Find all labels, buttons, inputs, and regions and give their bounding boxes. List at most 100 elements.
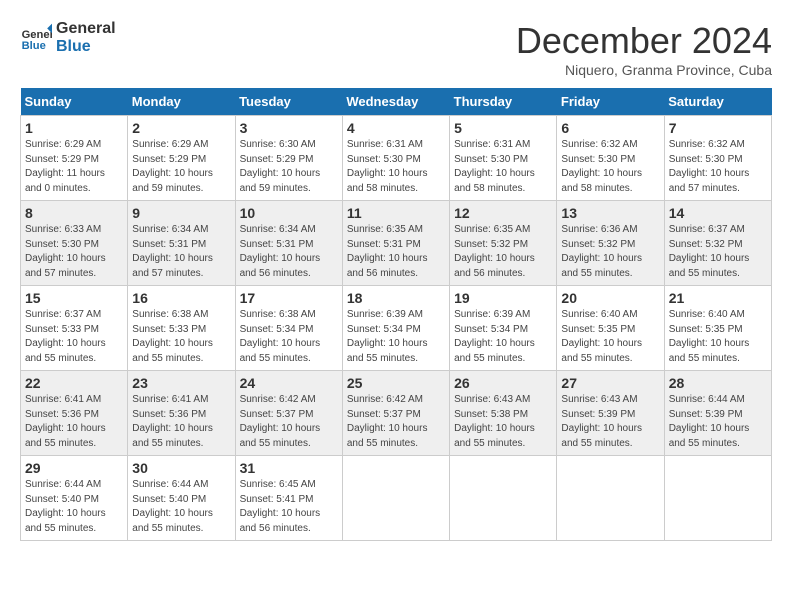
header-friday: Friday	[557, 88, 664, 116]
day-info: Sunrise: 6:44 AM Sunset: 5:40 PM Dayligh…	[25, 478, 123, 536]
calendar-cell-4-5: 26 Sunrise: 6:43 AM Sunset: 5:38 PM Dayli…	[450, 371, 557, 456]
day-number: 2	[132, 120, 230, 136]
day-number: 13	[561, 205, 659, 221]
svg-text:General: General	[22, 29, 52, 41]
calendar-week-5: 29 Sunrise: 6:44 AM Sunset: 5:40 PM Dayli…	[21, 456, 772, 541]
day-number: 26	[454, 375, 552, 391]
calendar-cell-2-4: 11 Sunrise: 6:35 AM Sunset: 5:31 PM Dayli…	[342, 201, 449, 286]
calendar-week-3: 15 Sunrise: 6:37 AM Sunset: 5:33 PM Dayli…	[21, 286, 772, 371]
calendar-cell-3-6: 20 Sunrise: 6:40 AM Sunset: 5:35 PM Dayli…	[557, 286, 664, 371]
day-number: 5	[454, 120, 552, 136]
header-tuesday: Tuesday	[235, 88, 342, 116]
title-section: December 2024 Niquero, Granma Province, …	[516, 20, 772, 78]
header-monday: Monday	[128, 88, 235, 116]
day-number: 21	[669, 290, 767, 306]
day-info: Sunrise: 6:37 AM Sunset: 5:32 PM Dayligh…	[669, 223, 767, 281]
month-title: December 2024	[516, 20, 772, 62]
day-number: 19	[454, 290, 552, 306]
calendar-cell-5-7	[664, 456, 771, 541]
calendar-cell-5-4	[342, 456, 449, 541]
header-saturday: Saturday	[664, 88, 771, 116]
day-info: Sunrise: 6:34 AM Sunset: 5:31 PM Dayligh…	[240, 223, 338, 281]
calendar-cell-5-3: 31Sunrise: 6:45 AM Sunset: 5:41 PM Dayli…	[235, 456, 342, 541]
day-number: 15	[25, 290, 123, 306]
day-info: Sunrise: 6:31 AM Sunset: 5:30 PM Dayligh…	[347, 138, 445, 196]
svg-text:Blue: Blue	[22, 40, 46, 52]
calendar-cell-3-2: 16 Sunrise: 6:38 AM Sunset: 5:33 PM Dayli…	[128, 286, 235, 371]
calendar-cell-2-5: 12 Sunrise: 6:35 AM Sunset: 5:32 PM Dayli…	[450, 201, 557, 286]
day-info: Sunrise: 6:35 AM Sunset: 5:32 PM Dayligh…	[454, 223, 552, 281]
logo: General Blue General Blue	[20, 20, 116, 55]
day-number: 25	[347, 375, 445, 391]
day-number: 9	[132, 205, 230, 221]
calendar-cell-1-1: 1 Sunrise: 6:29 AM Sunset: 5:29 PM Daylig…	[21, 116, 128, 201]
day-info: Sunrise: 6:43 AM Sunset: 5:38 PM Dayligh…	[454, 393, 552, 451]
day-info: Sunrise: 6:40 AM Sunset: 5:35 PM Dayligh…	[561, 308, 659, 366]
day-number: 10	[240, 205, 338, 221]
day-info: Sunrise: 6:42 AM Sunset: 5:37 PM Dayligh…	[347, 393, 445, 451]
day-info: Sunrise: 6:29 AM Sunset: 5:29 PM Dayligh…	[25, 138, 123, 196]
location-subtitle: Niquero, Granma Province, Cuba	[516, 62, 772, 78]
calendar-cell-2-1: 8 Sunrise: 6:33 AM Sunset: 5:30 PM Daylig…	[21, 201, 128, 286]
day-number: 28	[669, 375, 767, 391]
day-number: 23	[132, 375, 230, 391]
day-number: 24	[240, 375, 338, 391]
calendar-cell-2-2: 9 Sunrise: 6:34 AM Sunset: 5:31 PM Daylig…	[128, 201, 235, 286]
day-info: Sunrise: 6:29 AM Sunset: 5:29 PM Dayligh…	[132, 138, 230, 196]
day-info: Sunrise: 6:44 AM Sunset: 5:39 PM Dayligh…	[669, 393, 767, 451]
day-info: Sunrise: 6:35 AM Sunset: 5:31 PM Dayligh…	[347, 223, 445, 281]
calendar-week-4: 22 Sunrise: 6:41 AM Sunset: 5:36 PM Dayli…	[21, 371, 772, 456]
day-info: Sunrise: 6:30 AM Sunset: 5:29 PM Dayligh…	[240, 138, 338, 196]
day-info: Sunrise: 6:44 AM Sunset: 5:40 PM Dayligh…	[132, 478, 230, 536]
day-info: Sunrise: 6:34 AM Sunset: 5:31 PM Dayligh…	[132, 223, 230, 281]
day-number: 7	[669, 120, 767, 136]
day-number: 30	[132, 460, 230, 476]
calendar-cell-4-2: 23 Sunrise: 6:41 AM Sunset: 5:36 PM Dayli…	[128, 371, 235, 456]
day-number: 1	[25, 120, 123, 136]
calendar-cell-4-6: 27 Sunrise: 6:43 AM Sunset: 5:39 PM Dayli…	[557, 371, 664, 456]
day-number: 8	[25, 205, 123, 221]
calendar-cell-1-5: 5 Sunrise: 6:31 AM Sunset: 5:30 PM Daylig…	[450, 116, 557, 201]
day-number: 11	[347, 205, 445, 221]
day-number: 14	[669, 205, 767, 221]
day-info: Sunrise: 6:36 AM Sunset: 5:32 PM Dayligh…	[561, 223, 659, 281]
day-number: 16	[132, 290, 230, 306]
logo-icon: General Blue	[20, 22, 52, 54]
day-number: 17	[240, 290, 338, 306]
day-number: 27	[561, 375, 659, 391]
calendar-cell-3-1: 15 Sunrise: 6:37 AM Sunset: 5:33 PM Dayli…	[21, 286, 128, 371]
day-number: 4	[347, 120, 445, 136]
day-number: 12	[454, 205, 552, 221]
header-thursday: Thursday	[450, 88, 557, 116]
day-number: 3	[240, 120, 338, 136]
day-info: Sunrise: 6:38 AM Sunset: 5:33 PM Dayligh…	[132, 308, 230, 366]
day-number: 29	[25, 460, 123, 476]
day-number: 20	[561, 290, 659, 306]
day-info: Sunrise: 6:40 AM Sunset: 5:35 PM Dayligh…	[669, 308, 767, 366]
calendar-cell-2-3: 10 Sunrise: 6:34 AM Sunset: 5:31 PM Dayli…	[235, 201, 342, 286]
day-number: 22	[25, 375, 123, 391]
header-wednesday: Wednesday	[342, 88, 449, 116]
day-info: Sunrise: 6:37 AM Sunset: 5:33 PM Dayligh…	[25, 308, 123, 366]
day-info: Sunrise: 6:32 AM Sunset: 5:30 PM Dayligh…	[561, 138, 659, 196]
day-number: 6	[561, 120, 659, 136]
logo-text-line2: Blue	[56, 38, 116, 56]
calendar-cell-2-7: 14 Sunrise: 6:37 AM Sunset: 5:32 PM Dayli…	[664, 201, 771, 286]
day-info: Sunrise: 6:32 AM Sunset: 5:30 PM Dayligh…	[669, 138, 767, 196]
day-info: Sunrise: 6:33 AM Sunset: 5:30 PM Dayligh…	[25, 223, 123, 281]
day-info: Sunrise: 6:41 AM Sunset: 5:36 PM Dayligh…	[132, 393, 230, 451]
page-header: General Blue General Blue December 2024 …	[20, 20, 772, 78]
day-info: Sunrise: 6:45 AM Sunset: 5:41 PM Dayligh…	[240, 478, 338, 536]
day-info: Sunrise: 6:39 AM Sunset: 5:34 PM Dayligh…	[347, 308, 445, 366]
calendar-week-1: 1 Sunrise: 6:29 AM Sunset: 5:29 PM Daylig…	[21, 116, 772, 201]
calendar-cell-1-2: 2 Sunrise: 6:29 AM Sunset: 5:29 PM Daylig…	[128, 116, 235, 201]
day-info: Sunrise: 6:43 AM Sunset: 5:39 PM Dayligh…	[561, 393, 659, 451]
calendar-week-2: 8 Sunrise: 6:33 AM Sunset: 5:30 PM Daylig…	[21, 201, 772, 286]
day-info: Sunrise: 6:42 AM Sunset: 5:37 PM Dayligh…	[240, 393, 338, 451]
day-info: Sunrise: 6:31 AM Sunset: 5:30 PM Dayligh…	[454, 138, 552, 196]
calendar-cell-5-5	[450, 456, 557, 541]
calendar-cell-3-5: 19Sunrise: 6:39 AM Sunset: 5:34 PM Dayli…	[450, 286, 557, 371]
calendar-table: Sunday Monday Tuesday Wednesday Thursday…	[20, 88, 772, 541]
calendar-cell-4-3: 24 Sunrise: 6:42 AM Sunset: 5:37 PM Dayli…	[235, 371, 342, 456]
calendar-cell-5-6	[557, 456, 664, 541]
